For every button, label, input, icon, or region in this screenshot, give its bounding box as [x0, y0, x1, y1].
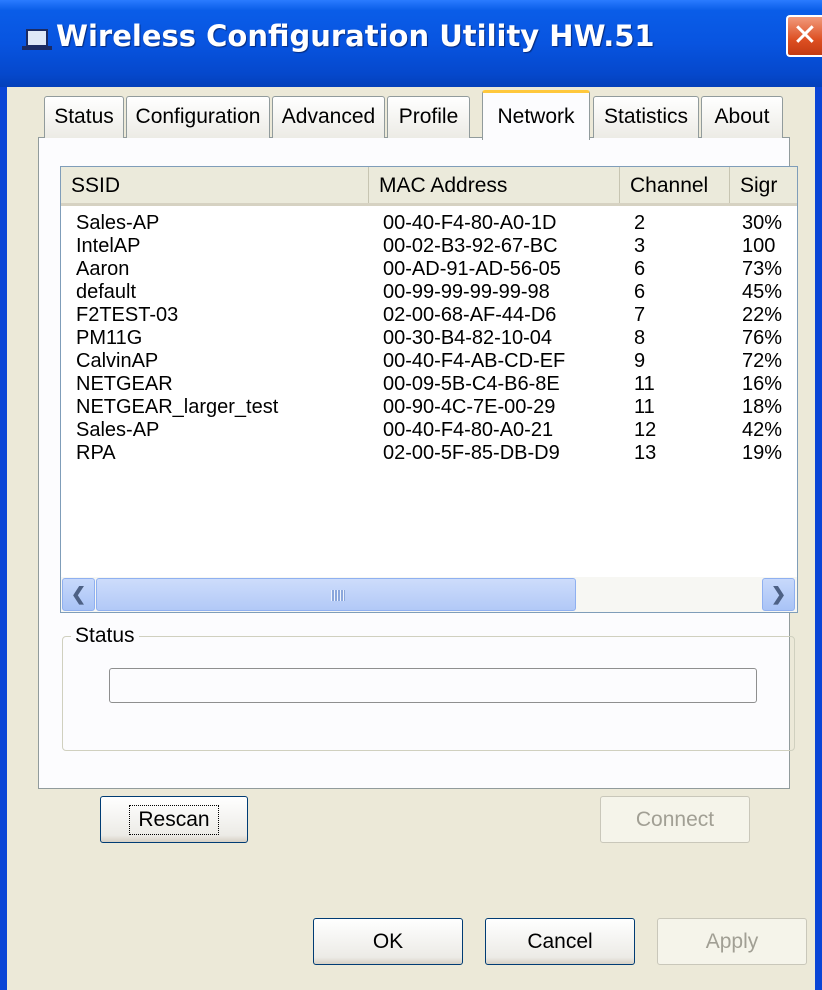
tab-network[interactable]: Network [482, 90, 590, 140]
mac-cell: 00-99-99-99-99-98 [383, 281, 550, 303]
scroll-left-button[interactable]: ❮ [62, 578, 95, 611]
signal-cell: 42% [742, 419, 783, 441]
list-row[interactable]: IntelAP 00-02-B3-92-67-BC 3 100 [61, 235, 797, 258]
ssid-cell: PM11G [76, 327, 143, 349]
tab-statistics[interactable]: Statistics [593, 96, 699, 138]
list-row[interactable]: CalvinAP 00-40-F4-AB-CD-EF 9 72% [61, 350, 797, 373]
ssid-cell: IntelAP [76, 235, 141, 257]
channel-cell: 13 [634, 442, 657, 464]
signal-cell: 19% [742, 442, 783, 464]
list-row[interactable]: F2TEST-03 02-00-68-AF-44-D6 7 22% [61, 304, 797, 327]
mac-cell: 02-00-68-AF-44-D6 [383, 304, 557, 326]
column-header-channel[interactable]: Channel [620, 167, 730, 203]
mac-cell: 02-00-5F-85-DB-D9 [383, 442, 560, 464]
column-header-mac[interactable]: MAC Address [369, 167, 620, 203]
chevron-left-icon: ❮ [70, 584, 87, 604]
scroll-thumb[interactable] [96, 578, 576, 611]
list-row[interactable]: Sales-AP 00-40-F4-80-A0-21 12 42% [61, 419, 797, 442]
signal-cell: 45% [742, 281, 783, 303]
list-row[interactable]: PM11G 00-30-B4-82-10-04 8 76% [61, 327, 797, 350]
signal-cell: 72% [742, 350, 783, 372]
channel-cell: 7 [634, 304, 646, 326]
scroll-right-button[interactable]: ❯ [762, 578, 795, 611]
signal-cell: 76% [742, 327, 783, 349]
tab-about[interactable]: About [701, 96, 783, 138]
connect-button[interactable]: Connect [600, 796, 750, 843]
mac-cell: 00-40-F4-80-A0-21 [383, 419, 554, 441]
column-header-ssid[interactable]: SSID [61, 167, 369, 203]
channel-cell: 3 [634, 235, 646, 257]
window-title: Wireless Configuration Utility HW.51 [56, 19, 655, 53]
signal-cell: 18% [742, 396, 783, 418]
channel-cell: 6 [634, 281, 646, 303]
ssid-cell: F2TEST-03 [76, 304, 179, 326]
list-row[interactable]: default 00-99-99-99-99-98 6 45% [61, 281, 797, 304]
list-row[interactable]: Sales-AP 00-40-F4-80-A0-1D 2 30% [61, 212, 797, 235]
rescan-label: Rescan [129, 805, 219, 835]
mac-cell: 00-40-F4-80-A0-1D [383, 212, 557, 234]
tab-configuration[interactable]: Configuration [126, 96, 270, 138]
ssid-cell: Sales-AP [76, 212, 160, 234]
scan-progress-bar [109, 668, 757, 703]
list-row[interactable]: NETGEAR_larger_test 00-90-4C-7E-00-29 11… [61, 396, 797, 419]
list-row[interactable]: NETGEAR 00-09-5B-C4-B6-8E 11 16% [61, 373, 797, 396]
channel-cell: 2 [634, 212, 646, 234]
ssid-cell: RPA [76, 442, 116, 464]
ssid-cell: NETGEAR_larger_test [76, 396, 279, 418]
mac-cell: 00-AD-91-AD-56-05 [383, 258, 561, 280]
signal-cell: 73% [742, 258, 783, 280]
channel-cell: 9 [634, 350, 646, 372]
ok-button[interactable]: OK [313, 918, 463, 965]
signal-cell: 100 [742, 235, 776, 257]
ssid-cell: CalvinAP [76, 350, 159, 372]
network-list[interactable]: SSID MAC Address Channel Sigr Sales-AP 0… [60, 166, 798, 613]
rescan-button[interactable]: Rescan [100, 796, 248, 843]
apply-button[interactable]: Apply [657, 918, 807, 965]
list-header: SSID MAC Address Channel Sigr [61, 167, 797, 206]
signal-cell: 16% [742, 373, 783, 395]
channel-cell: 6 [634, 258, 646, 280]
mac-cell: 00-30-B4-82-10-04 [383, 327, 552, 349]
status-group-label: Status [71, 623, 139, 649]
channel-cell: 12 [634, 419, 657, 441]
list-row[interactable]: Aaron 00-AD-91-AD-56-05 6 73% [61, 258, 797, 281]
column-header-signal[interactable]: Sigr [730, 167, 797, 203]
grip-icon [331, 590, 345, 601]
mac-cell: 00-02-B3-92-67-BC [383, 235, 558, 257]
title-bar[interactable]: Wireless Configuration Utility HW.51 ✕ [0, 0, 822, 87]
ssid-cell: Sales-AP [76, 419, 160, 441]
ssid-cell: Aaron [76, 258, 130, 280]
computer-icon [22, 29, 52, 50]
channel-cell: 11 [634, 373, 655, 395]
channel-cell: 8 [634, 327, 646, 349]
close-button[interactable]: ✕ [786, 15, 822, 57]
tab-status[interactable]: Status [44, 96, 124, 138]
cancel-button[interactable]: Cancel [485, 918, 635, 965]
mac-cell: 00-40-F4-AB-CD-EF [383, 350, 566, 372]
ssid-cell: default [76, 281, 137, 303]
ssid-cell: NETGEAR [76, 373, 173, 395]
list-row[interactable]: RPA 02-00-5F-85-DB-D9 13 19% [61, 442, 797, 465]
tab-profile[interactable]: Profile [387, 96, 470, 138]
mac-cell: 00-09-5B-C4-B6-8E [383, 373, 560, 395]
tab-advanced[interactable]: Advanced [272, 96, 385, 138]
dialog-window: Wireless Configuration Utility HW.51 ✕ S… [0, 0, 822, 990]
channel-cell: 11 [634, 396, 655, 418]
signal-cell: 22% [742, 304, 783, 326]
chevron-right-icon: ❯ [770, 584, 787, 604]
horizontal-scrollbar[interactable]: ❮ ❯ [61, 577, 797, 612]
signal-cell: 30% [742, 212, 783, 234]
mac-cell: 00-90-4C-7E-00-29 [383, 396, 556, 418]
